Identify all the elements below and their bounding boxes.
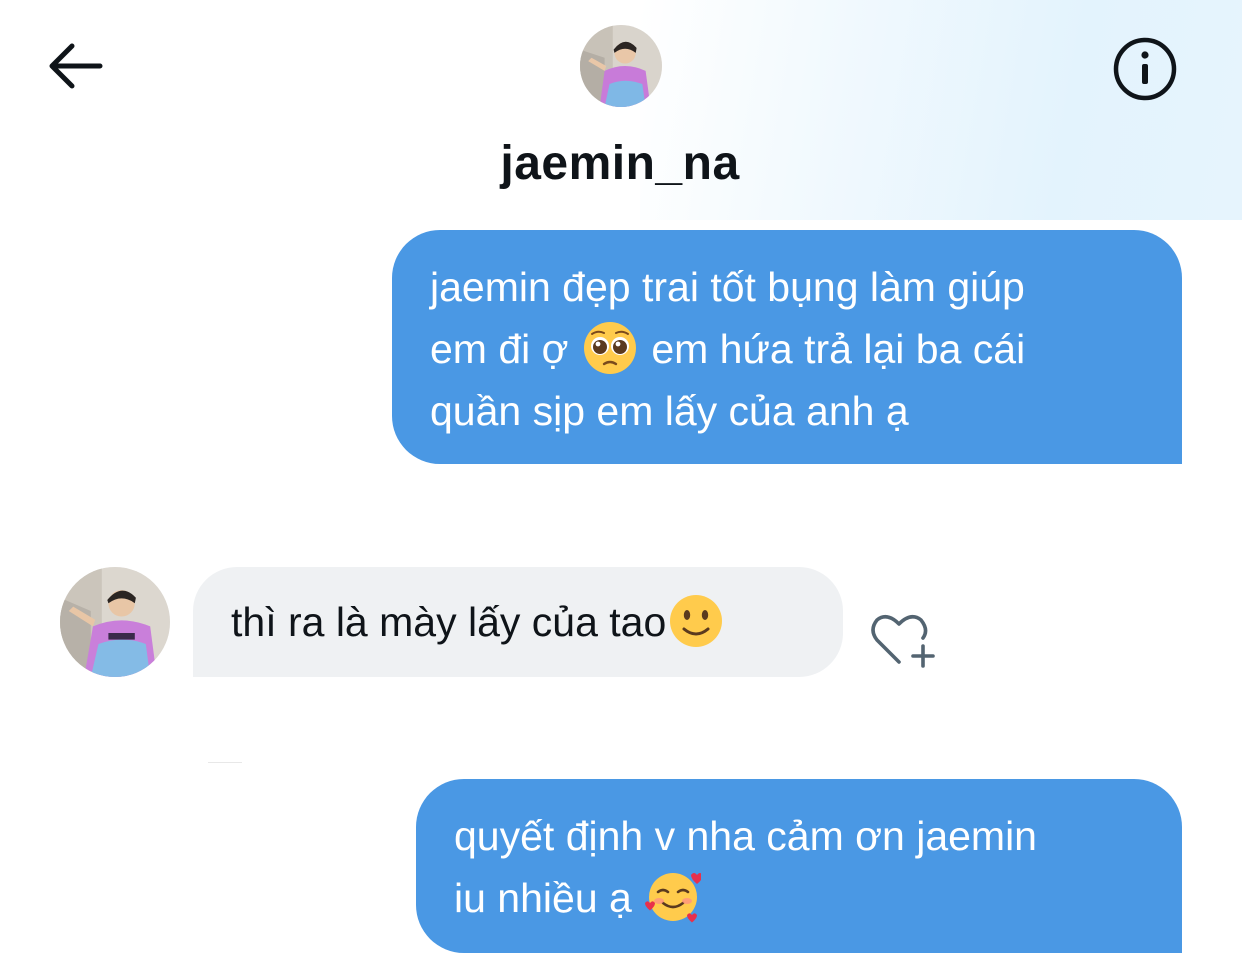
dm-conversation-screen: jaemin_na jaemin đẹp trai tốt bụng làm g… <box>0 0 1242 962</box>
message-bubble-outgoing[interactable]: jaemin đẹp trai tốt bụng làm giúp em đi … <box>392 230 1182 464</box>
pleading-face-emoji <box>582 320 638 376</box>
sender-avatar[interactable] <box>60 567 170 677</box>
back-button[interactable] <box>40 36 106 96</box>
message-line: jaemin đẹp trai tốt bụng làm giúp <box>430 264 1025 310</box>
info-button[interactable] <box>1110 36 1180 102</box>
info-icon <box>1113 37 1177 101</box>
divider <box>208 762 242 763</box>
slightly-smiling-face-emoji <box>668 593 724 649</box>
conversation-title: jaemin_na <box>500 137 740 190</box>
message-line: iu nhiều ạ <box>454 867 1152 929</box>
message-text: thì ra là mày lấy của tao <box>231 599 667 645</box>
react-button[interactable] <box>865 608 937 672</box>
message-text: iu nhiều ạ <box>454 875 644 921</box>
header-avatar[interactable] <box>580 25 662 107</box>
message-line: thì ra là mày lấy của tao <box>231 591 823 653</box>
message-bubble-incoming[interactable]: thì ra là mày lấy của tao <box>193 567 843 677</box>
message-line: quần sịp em lấy của anh ạ <box>430 388 909 434</box>
message-line: em đi ợ em hứa trả lại ba cái <box>430 318 1148 380</box>
heart-plus-icon <box>871 615 935 668</box>
profile-photo <box>60 567 170 677</box>
message-line: quyết định v nha cảm ơn jaemin <box>454 813 1037 859</box>
arrow-left-icon <box>49 43 103 89</box>
profile-photo <box>580 25 662 107</box>
message-bubble-outgoing[interactable]: quyết định v nha cảm ơn jaemin iu nhiều … <box>416 779 1182 953</box>
smiling-face-with-hearts-emoji <box>645 869 702 925</box>
message-text: em đi ợ <box>430 326 580 372</box>
message-text: em hứa trả lại ba cái <box>639 326 1026 372</box>
